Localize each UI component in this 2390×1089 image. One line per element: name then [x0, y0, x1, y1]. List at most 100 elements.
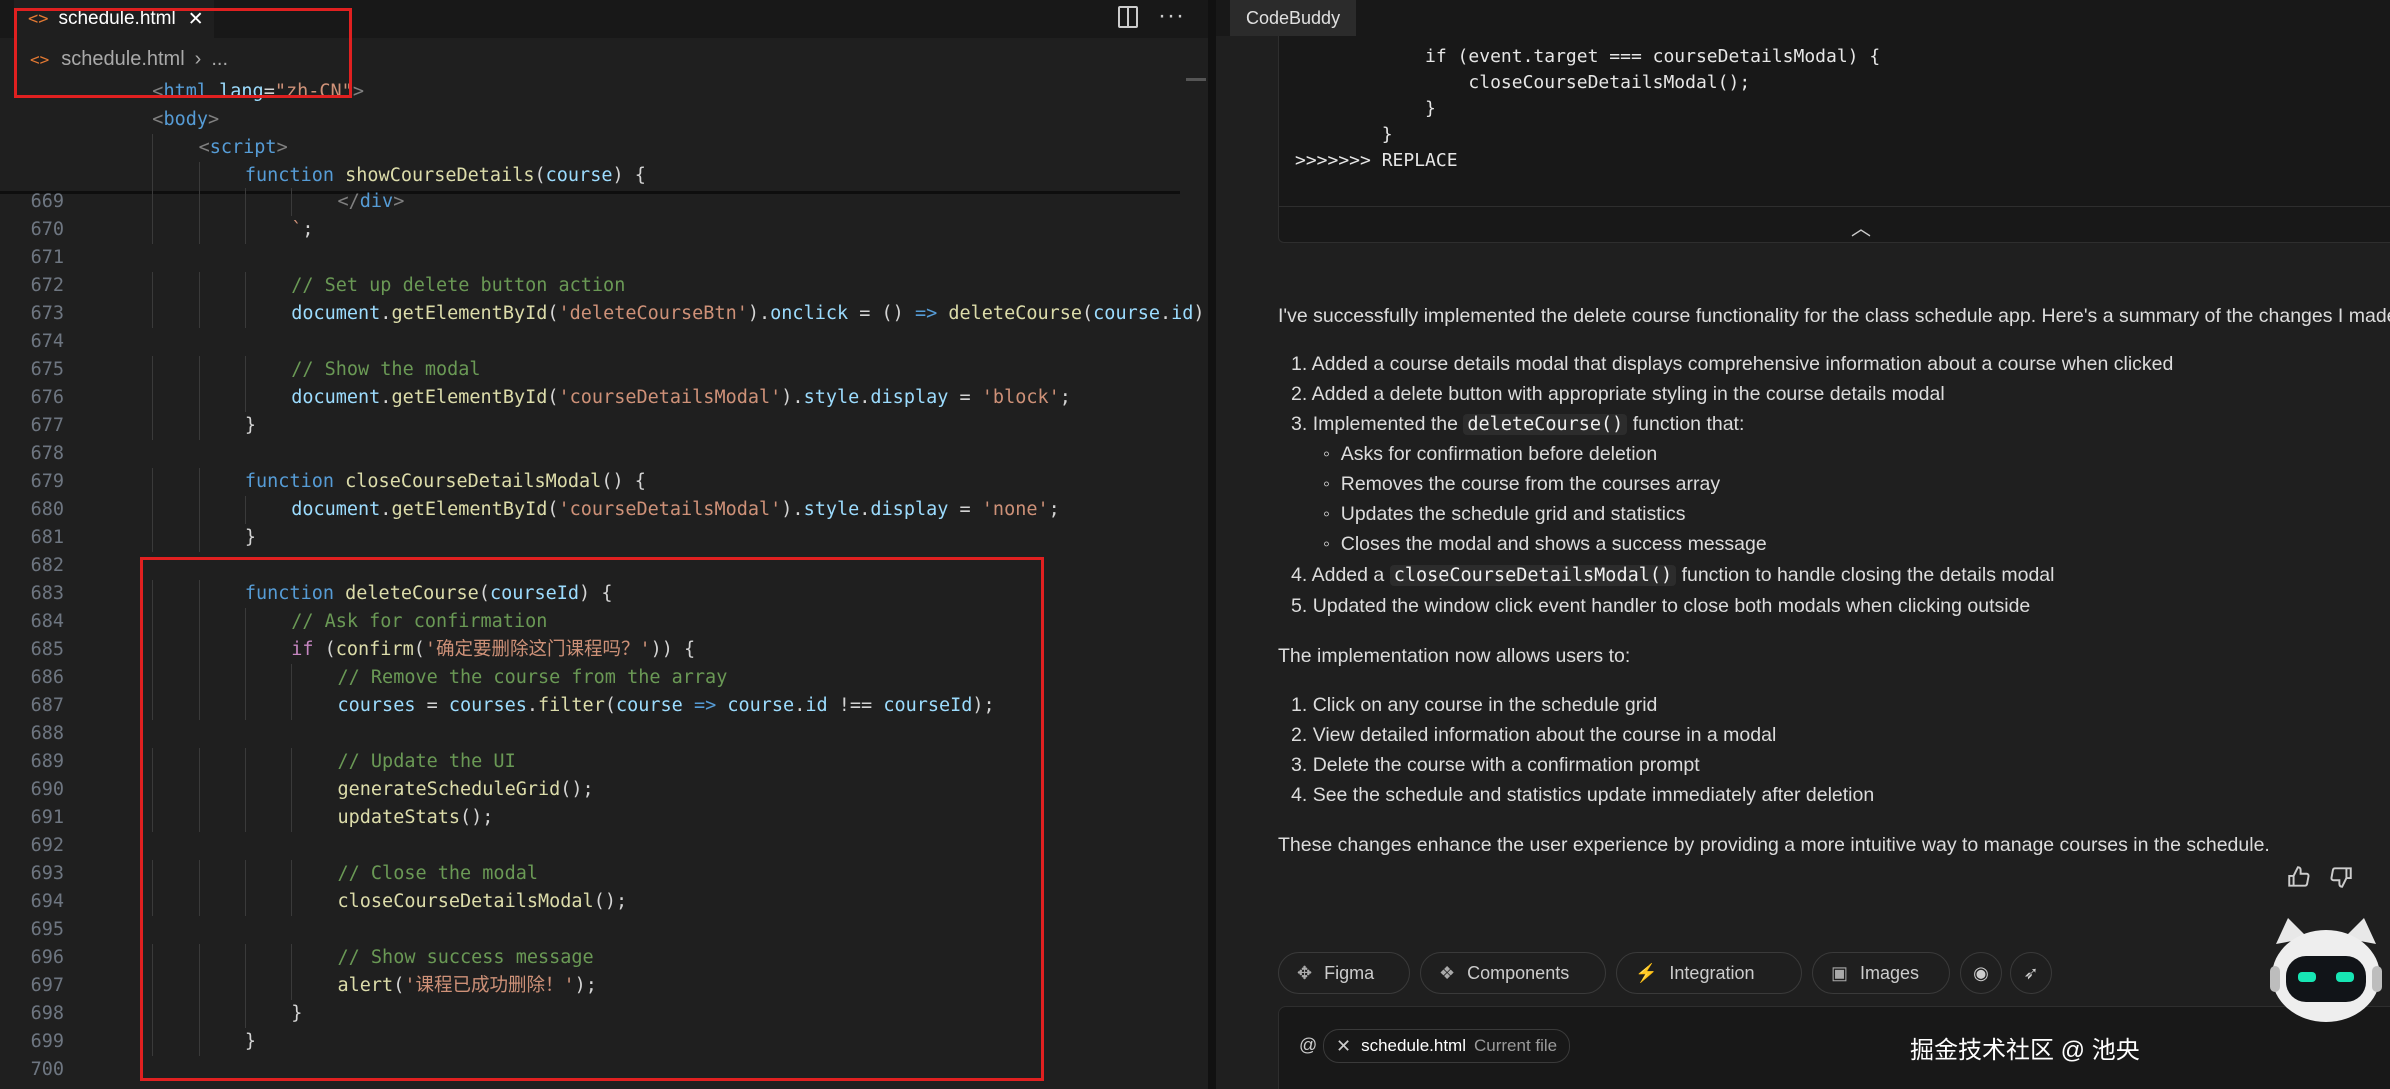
line-number: 692: [30, 835, 64, 856]
code-token: ).: [747, 303, 771, 324]
watermark: 掘金技术社区 @ 池央: [1910, 1037, 2140, 1064]
sticky-line[interactable]: function showCourseDetails(course) {: [245, 162, 646, 190]
sticky-line[interactable]: <body>: [152, 106, 219, 134]
image-icon: ▣: [1831, 962, 1849, 983]
code-token: ).: [781, 387, 804, 408]
chat-input-box[interactable]: @ ✕ schedule.html Current file: [1278, 1006, 2390, 1089]
line-number: 678: [30, 443, 64, 464]
codebuddy-panel: CodeBuddy if (event.target === courseDet…: [1216, 0, 2390, 1089]
indent-guide: [291, 188, 293, 216]
code-line[interactable]: }: [245, 412, 256, 440]
code-token: }: [244, 527, 257, 548]
scrollbar[interactable]: [1186, 78, 1206, 81]
code-token: (: [1082, 303, 1094, 324]
code-token: .: [380, 499, 392, 520]
code-line[interactable]: document.getElementById('courseDetailsMo…: [291, 384, 1071, 412]
code-editor[interactable]: <> schedule.html ✕ ··· <> schedule.html …: [0, 0, 1208, 1089]
line-number: 669: [30, 191, 64, 212]
sticky-line[interactable]: <script>: [199, 134, 288, 162]
thumbs-down-icon[interactable]: [2328, 864, 2354, 896]
split-editor-icon[interactable]: [1118, 6, 1138, 28]
code-token: .: [380, 387, 392, 408]
figma-icon: ✥: [1297, 962, 1313, 983]
panel-divider[interactable]: [1208, 0, 1216, 1089]
code-token: ;: [1048, 499, 1060, 520]
code-token: ;: [1059, 387, 1071, 408]
line-number: 688: [30, 723, 64, 744]
line-number: 685: [30, 639, 64, 660]
code-token: ) {: [612, 165, 646, 186]
line-number: 694: [30, 891, 64, 912]
line-number: 695: [30, 919, 64, 940]
images-button[interactable]: ▣ Images: [1812, 952, 1950, 994]
indent-guide: [152, 134, 154, 162]
code-token: () {: [601, 471, 646, 492]
code-token: }: [244, 415, 257, 436]
line-number: 691: [30, 807, 64, 828]
diff-code-line: }: [1295, 98, 1436, 119]
code-token: style: [803, 499, 860, 520]
code-token: document: [291, 499, 381, 520]
indent-guide: [152, 162, 154, 190]
indent-guide: [152, 356, 154, 384]
indent-guide: [198, 384, 200, 412]
indent-guide: [198, 216, 200, 244]
code-line[interactable]: document.getElementById('courseDetailsMo…: [291, 496, 1060, 524]
line-number: 677: [30, 415, 64, 436]
code-line[interactable]: function closeCourseDetailsModal() {: [245, 468, 646, 496]
code-line[interactable]: // Show the modal: [291, 356, 480, 384]
code-token: getElementById: [391, 303, 548, 324]
file-chip-name: schedule.html: [1361, 1036, 1466, 1055]
code-token: display: [870, 499, 949, 520]
line-number: 673: [30, 303, 64, 324]
preview-button[interactable]: ◉: [1960, 952, 2002, 994]
indent-guide: [152, 272, 154, 300]
code-token: .: [859, 387, 871, 408]
more-actions-icon[interactable]: ···: [1158, 2, 1185, 30]
code-line[interactable]: // Set up delete button action: [291, 272, 625, 300]
chevron-up-icon[interactable]: ︿: [1851, 212, 1871, 241]
code-token: <: [152, 109, 164, 130]
code-line[interactable]: `;: [291, 216, 313, 244]
thumbs-up-icon[interactable]: [2286, 864, 2312, 896]
line-number: 686: [30, 667, 64, 688]
code-line[interactable]: }: [245, 524, 256, 552]
code-token: (: [547, 387, 559, 408]
rocket-icon: ➶: [2023, 962, 2039, 983]
code-token: 'none': [981, 499, 1049, 520]
indent-guide: [244, 384, 246, 412]
diff-code-line: closeCourseDetailsModal();: [1295, 72, 1751, 93]
list-item: 2. Added a delete button with appropriat…: [1291, 383, 1945, 405]
code-token: (: [534, 165, 546, 186]
indent-guide: [198, 188, 200, 216]
line-number: 674: [30, 331, 64, 352]
code-token: display: [870, 387, 949, 408]
indent-guide: [198, 412, 200, 440]
indent-guide: [198, 356, 200, 384]
indent-guide: [198, 162, 200, 190]
code-token: function: [244, 471, 334, 492]
allows-intro: The implementation now allows users to:: [1278, 645, 1631, 667]
mention-icon[interactable]: @: [1299, 1035, 1317, 1056]
code-token: 'block': [981, 387, 1060, 408]
integration-button[interactable]: ⚡ Integration: [1616, 952, 1802, 994]
current-file-chip[interactable]: ✕ schedule.html Current file: [1323, 1029, 1571, 1063]
code-line[interactable]: document.getElementById('deleteCourseBtn…: [291, 300, 1208, 328]
components-button[interactable]: ❖ Components: [1420, 952, 1606, 994]
indent-guide: [198, 524, 200, 552]
code-line[interactable]: </div>: [338, 188, 405, 216]
indent-guide: [244, 272, 246, 300]
tab-codebuddy[interactable]: CodeBuddy: [1230, 0, 1357, 36]
code-token: closeCourseDetailsModal: [345, 471, 602, 492]
chat-header: CodeBuddy: [1216, 0, 2390, 36]
deploy-button[interactable]: ➶: [2010, 952, 2052, 994]
diff-code-block: if (event.target === courseDetailsModal)…: [1278, 36, 2390, 243]
figma-button[interactable]: ✥ Figma: [1278, 952, 1410, 994]
code-token: course: [1093, 303, 1160, 324]
code-token: 'courseDetailsModal': [558, 499, 782, 520]
code-token: = (): [848, 303, 915, 324]
code-token: .: [1160, 303, 1172, 324]
close-icon[interactable]: ✕: [1336, 1036, 1351, 1057]
